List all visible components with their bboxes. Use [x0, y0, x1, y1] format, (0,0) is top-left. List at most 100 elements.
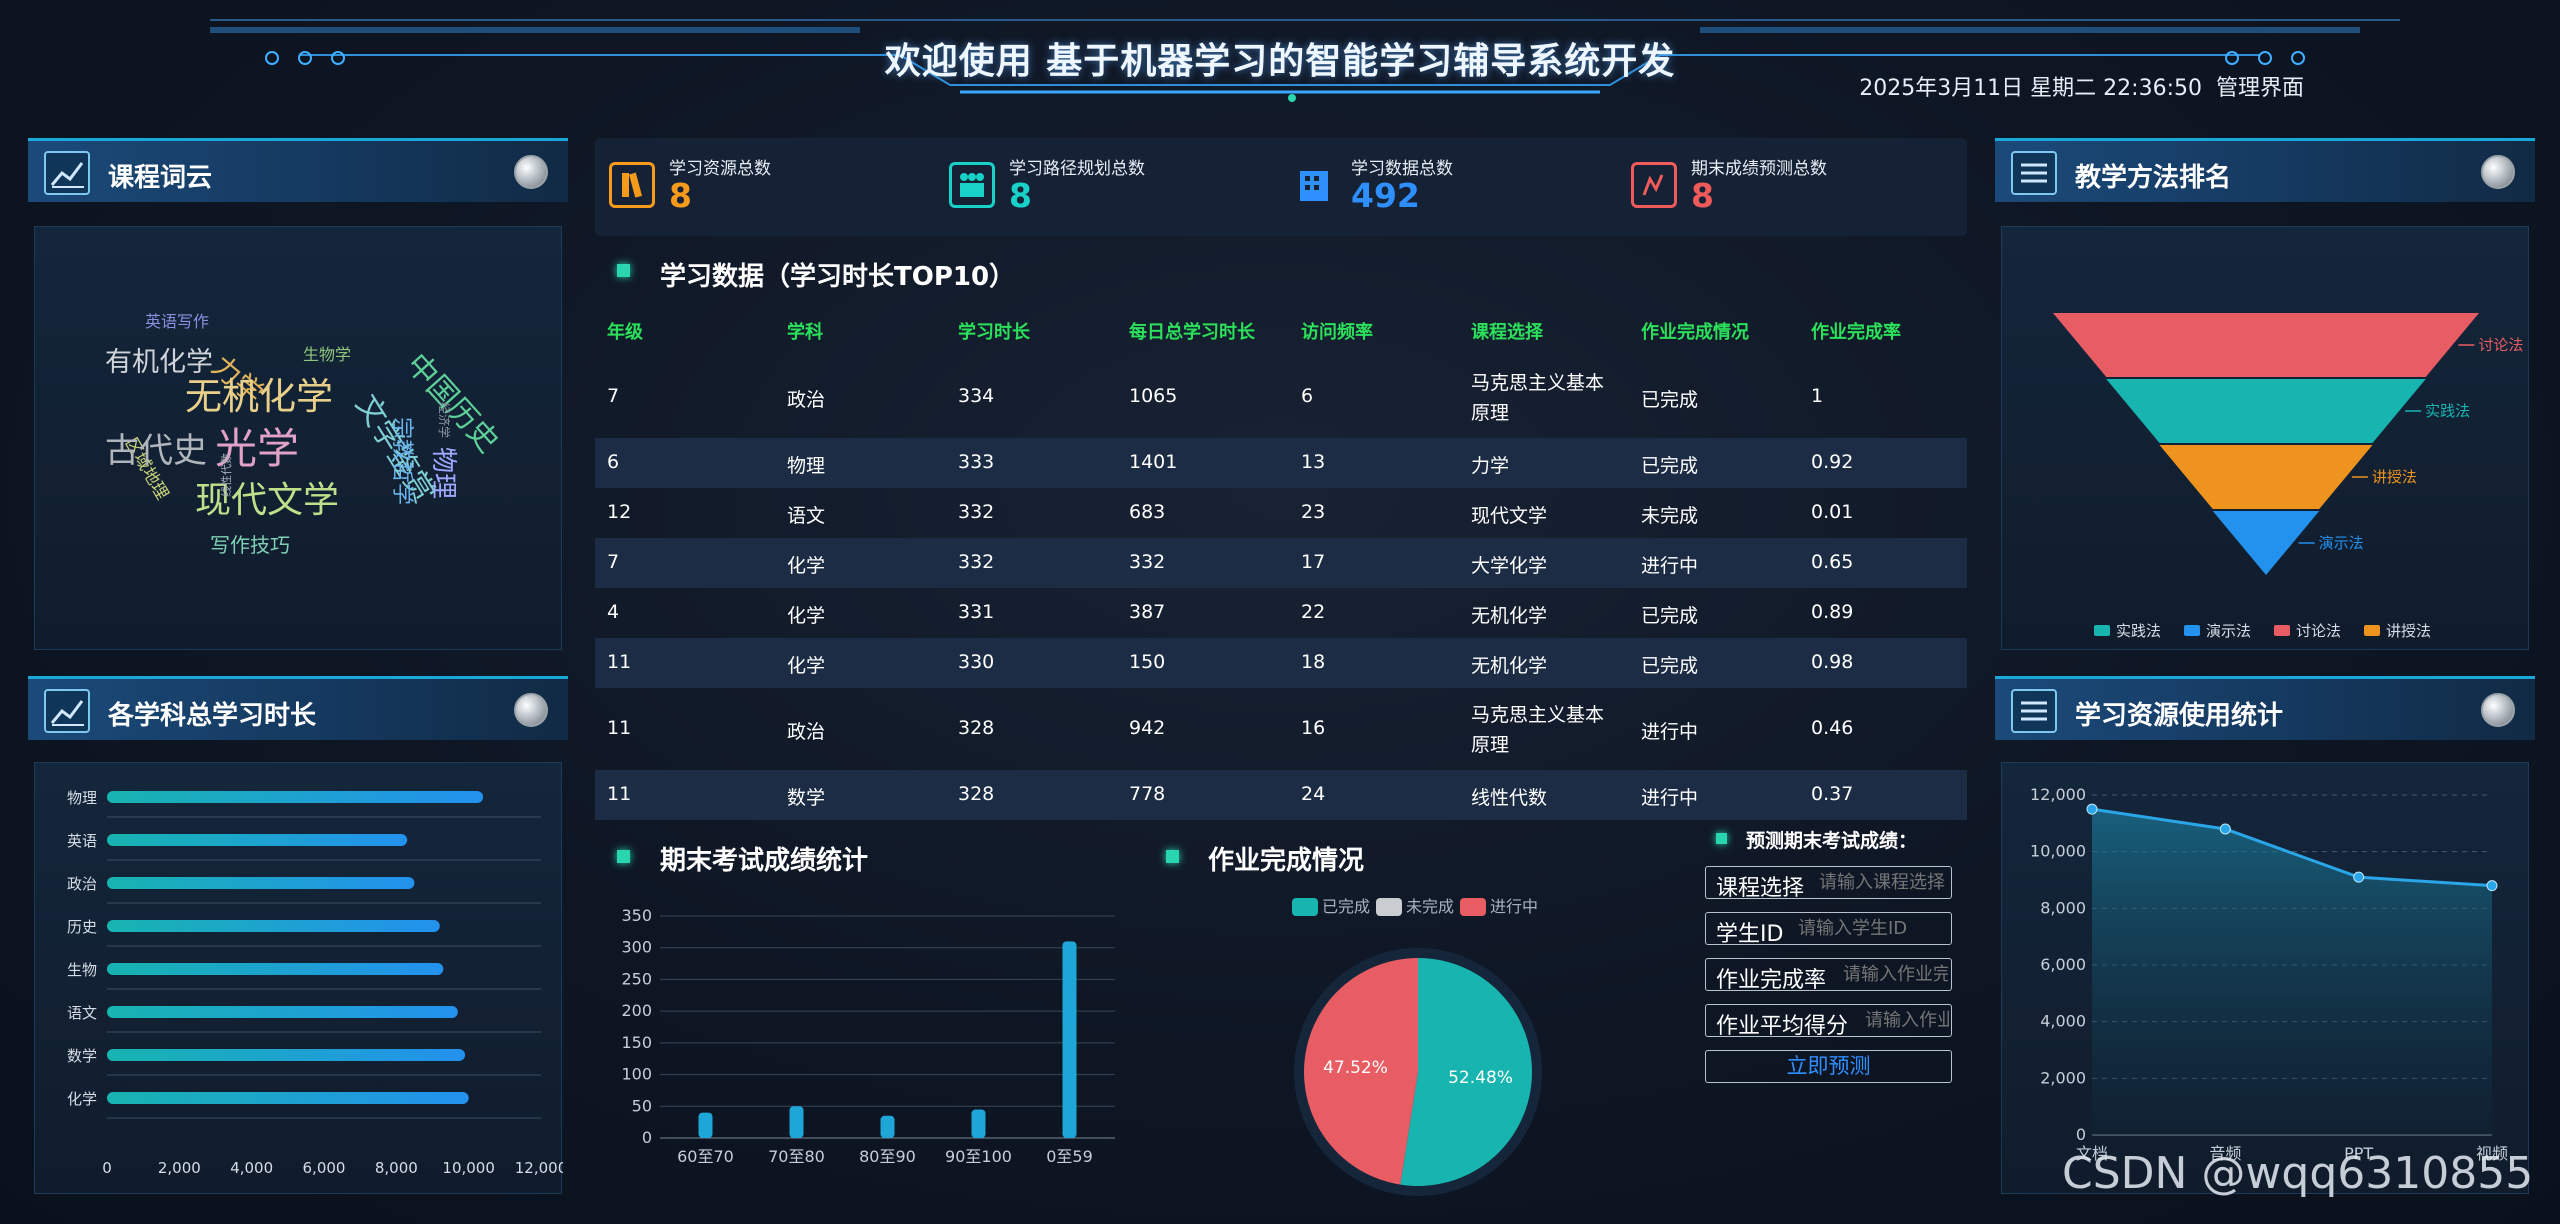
teaching-method-panel: 教学方法排名 讨论法 实践法 讲授法 演示法 实践法 演示法 讨论法 讲授法 — [1995, 138, 2535, 658]
table-cell: 12 — [607, 501, 632, 523]
panel-header: 各学科总学习时长 — [28, 676, 568, 740]
admin-link[interactable]: 管理界面 — [2216, 76, 2304, 101]
table-row[interactable]: 11 政治 328 942 16 马克思主义基本原理 进行中 0.46 — [595, 688, 1967, 770]
avg-score-input[interactable] — [1865, 1010, 1949, 1031]
table-title: 学习数据（学习时长TOP10） — [660, 262, 1016, 292]
bar — [107, 877, 415, 889]
panel-title: 学习资源使用统计 — [2075, 701, 2284, 731]
y-tick-label: 12,000 — [2030, 785, 2086, 804]
bar — [107, 1006, 458, 1018]
table-cell: 0.98 — [1811, 651, 1854, 673]
stat-value: 8 — [1691, 176, 1714, 215]
course-input[interactable] — [1819, 872, 1949, 893]
table-header-cell: 学习时长 — [958, 322, 1030, 343]
table-cell: 6 — [1301, 385, 1314, 407]
table-cell: 334 — [958, 385, 995, 407]
word-cloud-term: 生物学 — [303, 345, 351, 364]
word-cloud: 英语写作有机化学力学 生物学文学鉴赏中国历史无机化学区域地理古代史 光学 宗教哲学 物理… — [105, 312, 505, 557]
bar — [789, 1106, 804, 1138]
x-tick-label: 90至100 — [945, 1147, 1012, 1166]
table-cell: 现代文学 — [1471, 505, 1548, 527]
x-tick-label: 4,000 — [230, 1159, 273, 1177]
legend-label: 讨论法 — [2296, 622, 2341, 640]
chart-box-icon — [1631, 162, 1677, 208]
stats-bar: 学习资源总数 8 学习路径规划总数 8 学习数据总数 492 期末成绩预测总数 … — [595, 138, 1967, 236]
table-cell: 0.01 — [1811, 501, 1854, 523]
funnel-label: 讲授法 — [2372, 468, 2417, 486]
knob-icon[interactable] — [514, 155, 548, 189]
y-tick-label: 数学 — [67, 1047, 97, 1065]
table-cell: 683 — [1129, 501, 1166, 523]
trend-chart-icon — [44, 151, 90, 195]
table-cell: 政治 — [787, 721, 826, 743]
panel-body: 0 2,000 4,000 6,000 8,000 10,000 12,000 文档 音频 PPT… — [2001, 762, 2529, 1194]
x-tick-label: 70至80 — [768, 1147, 825, 1166]
word-cloud-term: 现代文学 — [195, 480, 339, 521]
books-icon — [609, 162, 655, 208]
predict-button[interactable]: 立即预测 — [1705, 1050, 1952, 1083]
table-cell: 0.37 — [1811, 783, 1854, 805]
panel-body: 讨论法 实践法 讲授法 演示法 实践法 演示法 讨论法 讲授法 — [2001, 226, 2529, 650]
x-tick-label: 0 — [102, 1159, 112, 1177]
table-cell: 力学 — [1471, 455, 1510, 477]
legend-swatch — [2364, 625, 2380, 636]
bar — [107, 920, 440, 932]
y-tick-label: 2,000 — [2040, 1068, 2086, 1087]
study-data-table: 年级 学科 学习时长 每日总学习时长 访问频率 课程选择 作业完成情况 作业完成率 7 政治 334… — [595, 306, 1967, 820]
knob-icon[interactable] — [2481, 693, 2515, 727]
legend-swatch — [1376, 898, 1402, 916]
table-cell: 387 — [1129, 601, 1166, 623]
area-fill — [2092, 809, 2492, 1135]
y-tick-label: 语文 — [67, 1004, 97, 1022]
table-cell: 7 — [607, 551, 620, 573]
panel-title: 课程词云 — [108, 163, 213, 193]
panel-body: 物理 英语 政治 历史 生物 语文 数学 化学 0 2,000 4,000 6,000 8,000 10,… — [34, 762, 567, 1194]
word-cloud-term: 物理 — [428, 447, 458, 499]
subject-hours-panel: 各学科总学习时长 物理 英语 政治 历史 生物 语文 数学 化学 0 2,000 4,000 6,00… — [28, 676, 568, 1202]
table-row[interactable]: 12 语文 332 683 23 现代文学 未完成 0.01 — [595, 488, 1967, 538]
table-cell: 马克思主义基本原理 — [1471, 704, 1605, 756]
x-tick-label: 80至90 — [859, 1147, 916, 1166]
y-tick-label: 100 — [621, 1065, 652, 1084]
panel-title: 教学方法排名 — [2075, 163, 2232, 193]
student-id-input[interactable] — [1798, 918, 1948, 939]
x-tick-label: 2,000 — [158, 1159, 201, 1177]
stat-paths: 学习路径规划总数 8 — [935, 152, 1255, 222]
y-tick-label: 6,000 — [2040, 955, 2086, 974]
table-row[interactable]: 7 化学 332 332 17 大学化学 进行中 0.65 — [595, 538, 1967, 588]
table-cell: 0.46 — [1811, 717, 1854, 739]
table-cell: 18 — [1301, 651, 1326, 673]
table-row[interactable]: 11 数学 328 778 24 线性代数 进行中 0.37 — [595, 770, 1967, 820]
field-label: 学生ID — [1716, 922, 1784, 947]
y-tick-label: 10,000 — [2030, 842, 2086, 861]
table-row[interactable]: 7 政治 334 1065 6 马克思主义基本原理 已完成 1 — [595, 356, 1967, 438]
table-cell: 332 — [1129, 551, 1166, 573]
stat-value: 8 — [1009, 176, 1032, 215]
y-tick-label: 200 — [621, 1001, 652, 1020]
data-point — [2086, 803, 2098, 815]
y-tick-label: 化学 — [67, 1090, 97, 1108]
table-row[interactable]: 6 物理 333 1401 13 力学 已完成 0.92 — [595, 438, 1967, 488]
field-label: 作业平均得分 — [1716, 1014, 1849, 1039]
header-clock: 2025年3月11日 星期二 22:36:50 管理界面 — [1859, 70, 2304, 102]
bar — [698, 1112, 713, 1138]
table-cell: 化学 — [787, 605, 826, 627]
stat-value: 492 — [1351, 176, 1420, 215]
word-cloud-term: 古代史 — [105, 431, 207, 471]
word-cloud-term: 无机化学 — [185, 375, 333, 418]
table-header-cell: 作业完成情况 — [1641, 322, 1749, 343]
x-tick-label: 0至59 — [1046, 1147, 1093, 1166]
x-tick-label: 12,000 — [515, 1159, 563, 1177]
knob-icon[interactable] — [514, 693, 548, 727]
data-point — [2486, 880, 2498, 892]
completion-rate-input[interactable] — [1843, 964, 1948, 985]
table-header-row: 年级 学科 学习时长 每日总学习时长 访问频率 课程选择 作业完成情况 作业完成率 — [595, 306, 1967, 356]
knob-icon[interactable] — [2481, 155, 2515, 189]
table-row[interactable]: 4 化学 331 387 22 无机化学 已完成 0.89 — [595, 588, 1967, 638]
y-tick-label: 政治 — [67, 875, 97, 893]
table-cell: 11 — [607, 717, 632, 739]
table-cell: 13 — [1301, 451, 1326, 473]
funnel-label: 实践法 — [2425, 402, 2470, 420]
y-tick-label: 生物 — [67, 961, 97, 979]
table-row[interactable]: 11 化学 330 150 18 无机化学 已完成 0.98 — [595, 638, 1967, 688]
